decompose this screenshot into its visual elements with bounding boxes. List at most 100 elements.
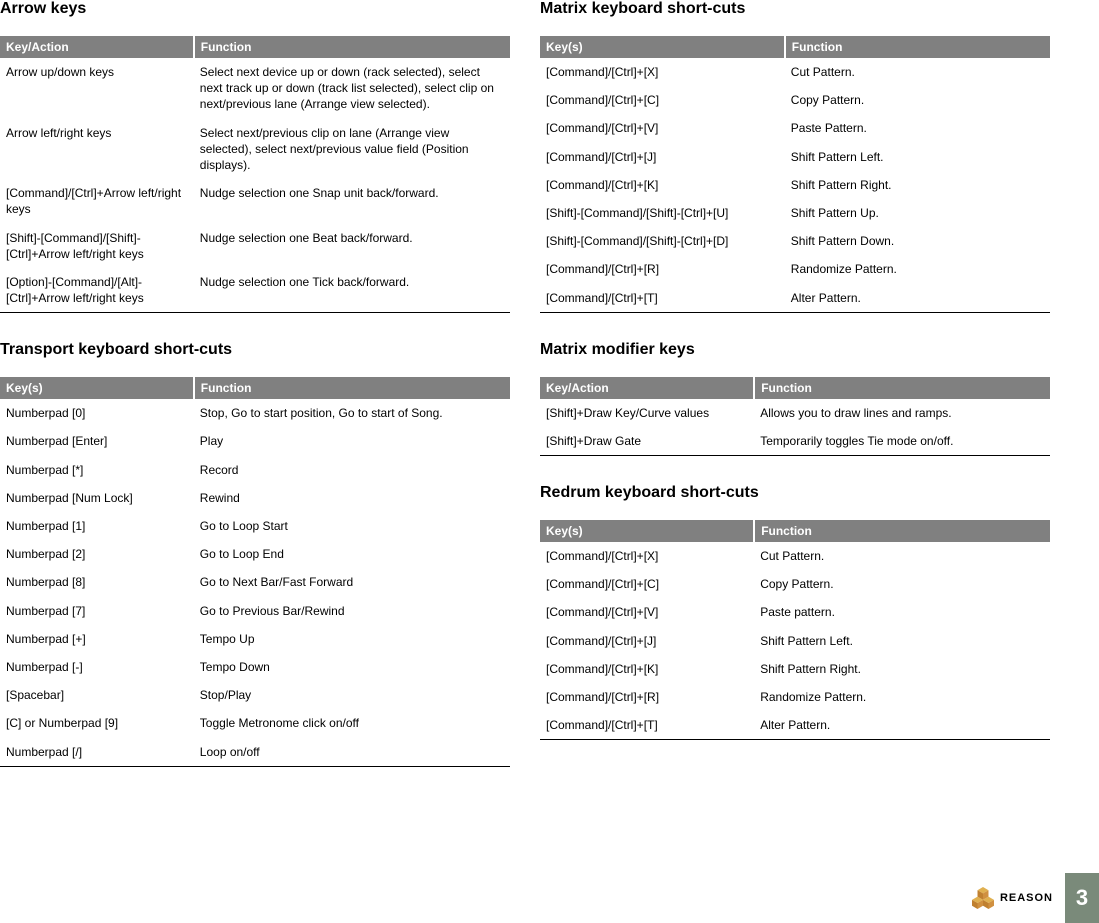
- func-cell: Shift Pattern Down.: [785, 227, 1050, 255]
- func-cell: Nudge selection one Snap unit back/forwa…: [194, 179, 510, 223]
- col-header: Key/Action: [540, 377, 754, 399]
- func-cell: Shift Pattern Right.: [785, 171, 1050, 199]
- key-cell: Numberpad [/]: [0, 738, 194, 767]
- table-row: [Command]/[Ctrl]+[T]Alter Pattern.: [540, 711, 1050, 740]
- matrix-shortcuts-table: Key(s) Function [Command]/[Ctrl]+[X]Cut …: [540, 36, 1050, 313]
- func-cell: Play: [194, 427, 510, 455]
- func-cell: Paste pattern.: [754, 598, 1050, 626]
- func-cell: Copy Pattern.: [785, 86, 1050, 114]
- table-row: [Shift]-[Command]/[Shift]-[Ctrl]+[D]Shif…: [540, 227, 1050, 255]
- table-row: Numberpad [8]Go to Next Bar/Fast Forward: [0, 568, 510, 596]
- page-number: 3: [1065, 873, 1099, 923]
- key-cell: [Command]/[Ctrl]+[C]: [540, 86, 785, 114]
- table-row: [Shift]-[Command]/[Shift]-[Ctrl]+[U]Shif…: [540, 199, 1050, 227]
- func-cell: Cut Pattern.: [785, 58, 1050, 86]
- key-cell: [Command]/[Ctrl]+[J]: [540, 627, 754, 655]
- key-cell: [Command]/[Ctrl]+[J]: [540, 143, 785, 171]
- key-cell: [Command]/[Ctrl]+Arrow left/right keys: [0, 179, 194, 223]
- key-cell: [Option]-[Command]/[Alt]-[Ctrl]+Arrow le…: [0, 268, 194, 313]
- func-cell: Nudge selection one Beat back/forward.: [194, 224, 510, 268]
- table-row: [C] or Numberpad [9]Toggle Metronome cli…: [0, 709, 510, 737]
- func-cell: Nudge selection one Tick back/forward.: [194, 268, 510, 313]
- col-header: Key/Action: [0, 36, 194, 58]
- section-title: Transport keyboard short-cuts: [0, 341, 510, 359]
- key-cell: Numberpad [*]: [0, 456, 194, 484]
- func-cell: Tempo Up: [194, 625, 510, 653]
- table-row: [Command]/[Ctrl]+[C]Copy Pattern.: [540, 570, 1050, 598]
- table-row: Numberpad [*]Record: [0, 456, 510, 484]
- brand-logo: REASON: [972, 887, 1053, 909]
- func-cell: Shift Pattern Left.: [754, 627, 1050, 655]
- func-cell: Toggle Metronome click on/off: [194, 709, 510, 737]
- col-header: Function: [194, 377, 510, 399]
- key-cell: Numberpad [-]: [0, 653, 194, 681]
- key-cell: Numberpad [8]: [0, 568, 194, 596]
- matrix-modifier-table: Key/Action Function [Shift]+Draw Key/Cur…: [540, 377, 1050, 456]
- table-row: Arrow up/down keysSelect next device up …: [0, 58, 510, 119]
- key-cell: Arrow up/down keys: [0, 58, 194, 119]
- func-cell: Cut Pattern.: [754, 542, 1050, 570]
- func-cell: Stop, Go to start position, Go to start …: [194, 399, 510, 427]
- key-cell: [C] or Numberpad [9]: [0, 709, 194, 737]
- table-row: Numberpad [+]Tempo Up: [0, 625, 510, 653]
- key-cell: [Spacebar]: [0, 681, 194, 709]
- key-cell: [Command]/[Ctrl]+[X]: [540, 542, 754, 570]
- table-row: Numberpad [7]Go to Previous Bar/Rewind: [0, 597, 510, 625]
- key-cell: Numberpad [0]: [0, 399, 194, 427]
- func-cell: Go to Loop End: [194, 540, 510, 568]
- key-cell: Numberpad [Enter]: [0, 427, 194, 455]
- func-cell: Copy Pattern.: [754, 570, 1050, 598]
- key-cell: [Shift]-[Command]/[Shift]-[Ctrl]+[D]: [540, 227, 785, 255]
- table-row: Numberpad [1]Go to Loop Start: [0, 512, 510, 540]
- key-cell: Numberpad [2]: [0, 540, 194, 568]
- key-cell: [Command]/[Ctrl]+[R]: [540, 683, 754, 711]
- table-row: [Command]/[Ctrl]+[X]Cut Pattern.: [540, 542, 1050, 570]
- table-row: [Command]/[Ctrl]+Arrow left/right keysNu…: [0, 179, 510, 223]
- brand-name: REASON: [1000, 892, 1053, 904]
- key-cell: [Shift]-[Command]/[Shift]-[Ctrl]+Arrow l…: [0, 224, 194, 268]
- section-title: Redrum keyboard short-cuts: [540, 484, 1050, 502]
- func-cell: Go to Next Bar/Fast Forward: [194, 568, 510, 596]
- table-row: [Command]/[Ctrl]+[T]Alter Pattern.: [540, 284, 1050, 313]
- func-cell: Temporarily toggles Tie mode on/off.: [754, 427, 1050, 456]
- func-cell: Go to Previous Bar/Rewind: [194, 597, 510, 625]
- key-cell: Numberpad [+]: [0, 625, 194, 653]
- table-row: [Command]/[Ctrl]+[K]Shift Pattern Right.: [540, 171, 1050, 199]
- func-cell: Randomize Pattern.: [754, 683, 1050, 711]
- key-cell: [Shift]+Draw Gate: [540, 427, 754, 456]
- col-header: Function: [754, 377, 1050, 399]
- reason-logo-icon: [972, 887, 994, 909]
- section-title: Matrix modifier keys: [540, 341, 1050, 359]
- func-cell: Shift Pattern Left.: [785, 143, 1050, 171]
- key-cell: [Command]/[Ctrl]+[K]: [540, 655, 754, 683]
- func-cell: Shift Pattern Right.: [754, 655, 1050, 683]
- table-row: [Shift]+Draw GateTemporarily toggles Tie…: [540, 427, 1050, 456]
- table-row: [Command]/[Ctrl]+[J]Shift Pattern Left.: [540, 627, 1050, 655]
- key-cell: [Command]/[Ctrl]+[K]: [540, 171, 785, 199]
- footer: REASON 3: [972, 873, 1099, 923]
- table-row: [Shift]+Draw Key/Curve valuesAllows you …: [540, 399, 1050, 427]
- table-row: [Command]/[Ctrl]+[J]Shift Pattern Left.: [540, 143, 1050, 171]
- col-header: Key(s): [540, 520, 754, 542]
- key-cell: [Command]/[Ctrl]+[R]: [540, 255, 785, 283]
- key-cell: [Command]/[Ctrl]+[C]: [540, 570, 754, 598]
- key-cell: Arrow left/right keys: [0, 119, 194, 180]
- key-cell: Numberpad [7]: [0, 597, 194, 625]
- table-row: [Command]/[Ctrl]+[K]Shift Pattern Right.: [540, 655, 1050, 683]
- table-row: [Command]/[Ctrl]+[C]Copy Pattern.: [540, 86, 1050, 114]
- table-row: Numberpad [Num Lock]Rewind: [0, 484, 510, 512]
- table-row: [Command]/[Ctrl]+[X]Cut Pattern.: [540, 58, 1050, 86]
- section-title: Matrix keyboard short-cuts: [540, 0, 1050, 18]
- func-cell: Stop/Play: [194, 681, 510, 709]
- func-cell: Select next/previous clip on lane (Arran…: [194, 119, 510, 180]
- col-header: Function: [194, 36, 510, 58]
- func-cell: Rewind: [194, 484, 510, 512]
- key-cell: [Shift]-[Command]/[Shift]-[Ctrl]+[U]: [540, 199, 785, 227]
- table-row: [Command]/[Ctrl]+[V]Paste pattern.: [540, 598, 1050, 626]
- transport-table: Key(s) Function Numberpad [0]Stop, Go to…: [0, 377, 510, 766]
- key-cell: [Command]/[Ctrl]+[T]: [540, 284, 785, 313]
- table-row: Numberpad [2]Go to Loop End: [0, 540, 510, 568]
- table-row: [Option]-[Command]/[Alt]-[Ctrl]+Arrow le…: [0, 268, 510, 313]
- table-row: [Command]/[Ctrl]+[R]Randomize Pattern.: [540, 255, 1050, 283]
- func-cell: Randomize Pattern.: [785, 255, 1050, 283]
